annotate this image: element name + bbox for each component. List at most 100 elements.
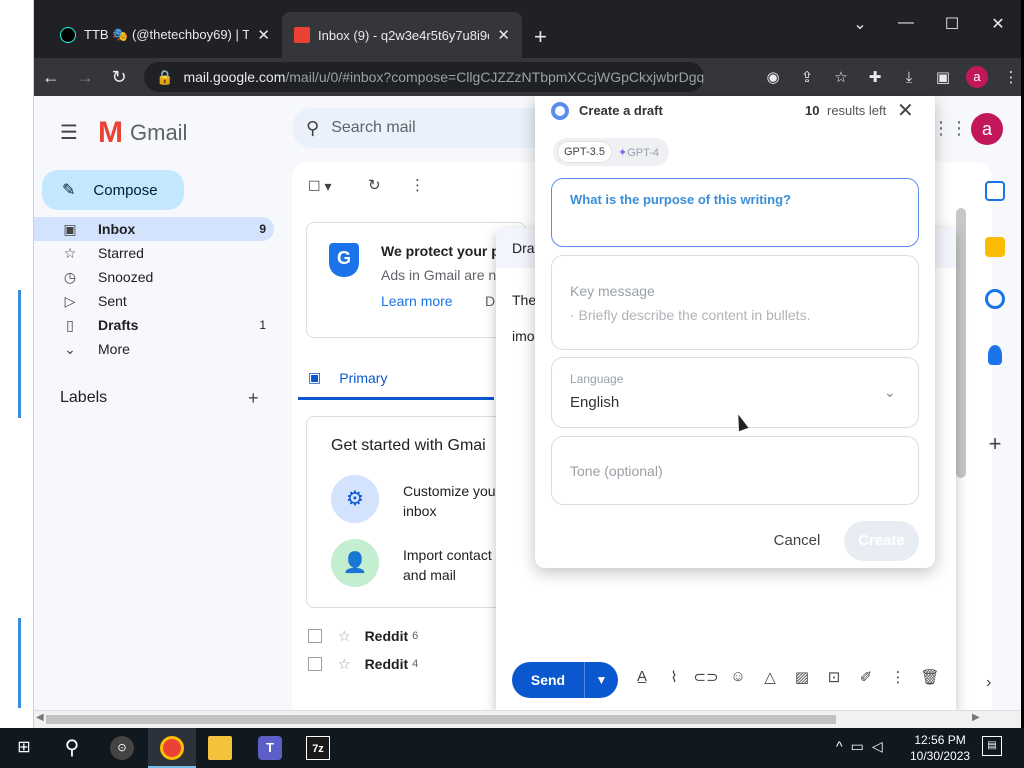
- star-icon[interactable]: ☆: [338, 656, 351, 673]
- image-icon[interactable]: ▨: [786, 668, 818, 686]
- scroll-left-icon[interactable]: ◀: [36, 712, 44, 723]
- browser-tab-tiktok[interactable]: TTB 🎭 (@thetechboy69) | T ✕: [48, 12, 282, 58]
- network-icon[interactable]: ▭: [851, 738, 864, 755]
- tasks-icon[interactable]: [985, 289, 1005, 309]
- sidebar-item-starred[interactable]: ☆ Starred: [34, 241, 274, 265]
- reload-button[interactable]: ↻: [102, 67, 136, 88]
- minimize-button[interactable]: —: [883, 14, 929, 34]
- notification-icon[interactable]: ▤: [982, 736, 1002, 756]
- sidebar-item-drafts[interactable]: ▯ Drafts 1: [34, 313, 274, 337]
- bookmark-star-icon[interactable]: ☆: [824, 68, 858, 86]
- windows-start-icon[interactable]: ⊞: [12, 736, 36, 760]
- cancel-button[interactable]: Cancel: [757, 523, 837, 559]
- keep-icon[interactable]: [985, 237, 1005, 257]
- create-button[interactable]: Create: [844, 521, 919, 561]
- tone-input[interactable]: Tone (optional): [551, 436, 919, 505]
- hidden-eye-icon[interactable]: ◉: [756, 68, 790, 86]
- table-row[interactable]: ☆ Reddit 4: [308, 650, 418, 678]
- compose-button[interactable]: ✎ Compose: [42, 170, 184, 210]
- google-apps-icon[interactable]: ⋮⋮: [932, 118, 968, 139]
- learn-more-link[interactable]: Learn more: [381, 293, 453, 309]
- main-menu-icon[interactable]: ☰: [60, 120, 78, 145]
- volume-icon[interactable]: ◁: [872, 738, 883, 755]
- add-person-icon: 👤: [331, 539, 379, 587]
- chevron-up-icon[interactable]: ^: [836, 738, 843, 755]
- star-icon[interactable]: ☆: [338, 628, 351, 645]
- get-addons-icon[interactable]: +: [985, 433, 1005, 456]
- row-checkbox[interactable]: [308, 657, 322, 671]
- sidebar-item-more[interactable]: ⌄ More: [34, 337, 274, 361]
- confidential-lock-icon[interactable]: ⊡: [818, 668, 850, 686]
- scrollbar-thumb[interactable]: [46, 715, 836, 724]
- text-format-icon[interactable]: A̲: [626, 668, 658, 686]
- close-icon[interactable]: ✕: [897, 98, 914, 123]
- row-checkbox[interactable]: [308, 629, 322, 643]
- 7zip-icon[interactable]: 7z: [306, 736, 330, 760]
- search-input[interactable]: ⚲ Search mail: [292, 108, 572, 148]
- assistant-logo-icon: [551, 102, 569, 120]
- model-option-gpt35[interactable]: GPT-3.5: [557, 141, 612, 163]
- more-options-icon[interactable]: ⋮: [882, 668, 914, 686]
- drive-icon[interactable]: △: [754, 668, 786, 686]
- profile-avatar[interactable]: a: [966, 66, 988, 88]
- app-circle-icon[interactable]: ⊙: [110, 736, 134, 760]
- file-explorer-icon[interactable]: [208, 736, 232, 760]
- extensions-icon[interactable]: ✚: [858, 68, 892, 86]
- gmail-logo[interactable]: M Gmail: [98, 116, 187, 150]
- sidebar-item-inbox[interactable]: ▣ Inbox 9: [34, 217, 274, 241]
- maximize-button[interactable]: ☐: [929, 14, 975, 34]
- emoji-icon[interactable]: ☺: [722, 668, 754, 686]
- back-button[interactable]: ←: [34, 67, 68, 88]
- table-row[interactable]: ☆ Reddit 6: [308, 622, 418, 650]
- dismiss-link[interactable]: D: [485, 293, 495, 309]
- model-option-gpt4[interactable]: ✦GPT-4: [612, 142, 665, 163]
- signature-pen-icon[interactable]: ✐: [850, 668, 882, 686]
- horizontal-scrollbar[interactable]: ◀ ▶: [34, 710, 1021, 728]
- trash-icon[interactable]: 🗑: [914, 668, 946, 686]
- account-avatar[interactable]: a: [971, 113, 1003, 145]
- refresh-icon[interactable]: ↻: [368, 176, 381, 194]
- attach-icon[interactable]: ⌇: [658, 668, 690, 686]
- clock-icon: ◷: [63, 268, 77, 285]
- sidebar-item-sent[interactable]: ▷ Sent: [34, 289, 274, 313]
- key-message-label: Key message: [570, 283, 655, 299]
- contacts-icon[interactable]: [988, 345, 1002, 365]
- search-icon[interactable]: ⚲: [60, 736, 84, 760]
- purpose-input[interactable]: What is the purpose of this writing?: [551, 178, 919, 247]
- compose-body-text[interactable]: The: [512, 292, 536, 308]
- send-options-icon[interactable]: ▼: [584, 662, 618, 698]
- compose-body-text[interactable]: imo: [512, 328, 535, 344]
- chrome-icon[interactable]: [160, 736, 184, 760]
- close-window-button[interactable]: ✕: [975, 14, 1021, 34]
- scrollbar[interactable]: [956, 208, 966, 478]
- model-toggle[interactable]: GPT-3.5 ✦GPT-4: [553, 138, 669, 166]
- new-tab-button[interactable]: +: [534, 24, 547, 50]
- send-button[interactable]: Send ▼: [512, 662, 618, 698]
- close-tab-icon[interactable]: ✕: [257, 26, 270, 44]
- download-icon[interactable]: ⤓: [892, 69, 926, 86]
- clock[interactable]: 12:56 PM 10/30/2023: [910, 732, 970, 764]
- more-options-icon[interactable]: ⋮: [410, 176, 425, 194]
- search-icon[interactable]: ⚲: [306, 118, 319, 139]
- calendar-icon[interactable]: [985, 181, 1005, 201]
- item-text: inbox: [403, 503, 437, 519]
- scroll-right-icon[interactable]: ▶: [972, 712, 980, 723]
- address-bar[interactable]: 🔒 mail.google.com /mail/u/0/#inbox?compo…: [144, 62, 704, 92]
- chevron-down-icon: ⌄: [64, 340, 76, 357]
- chevron-right-icon[interactable]: ›: [986, 674, 991, 692]
- forward-button[interactable]: →: [68, 67, 102, 88]
- browser-menu-icon[interactable]: ⋮: [994, 68, 1024, 86]
- add-label-icon[interactable]: +: [248, 388, 259, 409]
- side-panel-icon[interactable]: ▣: [926, 68, 960, 86]
- link-icon[interactable]: ⊂⊃: [690, 668, 722, 686]
- sidebar-item-snoozed[interactable]: ◷ Snoozed: [34, 265, 274, 289]
- tab-search-icon[interactable]: ⌄: [837, 14, 883, 34]
- get-started-card: Get started with Gmai ⚙ Customize you inb…: [306, 416, 526, 608]
- close-tab-icon[interactable]: ✕: [497, 26, 510, 44]
- share-icon[interactable]: ⇪: [790, 68, 824, 86]
- teams-icon[interactable]: T: [258, 736, 282, 760]
- key-message-input[interactable]: Key message · Briefly describe the conte…: [551, 255, 919, 350]
- browser-tab-gmail[interactable]: Inbox (9) - q2w3e4r5t6y7u8i9o0 ✕: [282, 12, 522, 58]
- select-all-checkbox[interactable]: ☐ ▾: [308, 178, 331, 195]
- tab-primary[interactable]: ▣ Primary: [298, 358, 494, 400]
